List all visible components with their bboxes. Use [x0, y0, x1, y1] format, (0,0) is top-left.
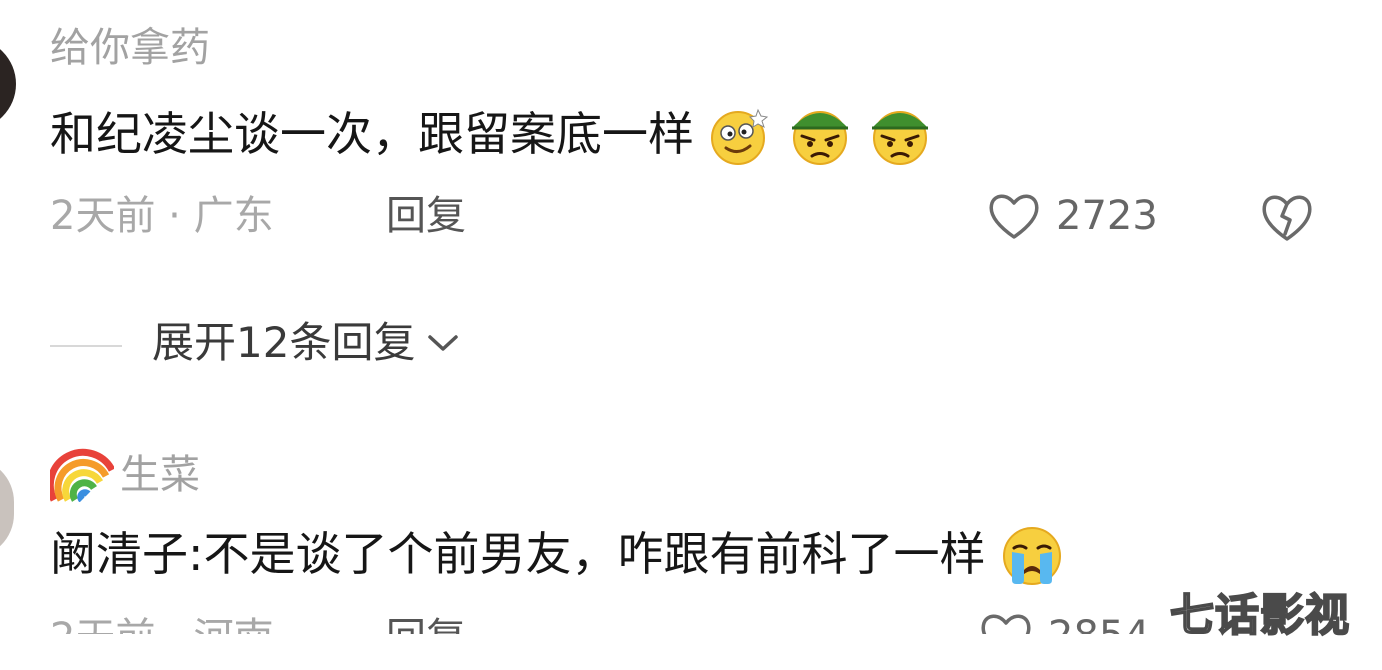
reply-button[interactable]: 回复: [386, 196, 466, 236]
username[interactable]: 给你拿药: [50, 28, 210, 68]
watermark: 七话影视: [1169, 590, 1350, 641]
like-button[interactable]: 2723: [986, 190, 1158, 242]
heart-icon: [989, 194, 1039, 239]
comment-text: 阚清子:不是谈了个前男友，咋跟有前科了一样: [50, 527, 986, 581]
chevron-down-icon: [428, 335, 459, 351]
soldier-angry-face-icon: [872, 111, 928, 165]
comment-text: 和纪凌尘谈一次，跟留案底一样: [50, 107, 694, 161]
comment-time-location: 2天前 · 广东: [50, 193, 274, 239]
comment-text-row: 阚清子:不是谈了个前男友，咋跟有前科了一样: [50, 520, 1066, 588]
like-count: 2723: [1056, 193, 1158, 239]
avatar[interactable]: [0, 38, 16, 130]
comment-list: 给你拿药 和纪凌尘谈一次，跟留案底一样 2天前 · 广东 回复 2723 展开1…: [0, 0, 1382, 670]
rainbow-icon: [50, 448, 114, 502]
expand-replies-button[interactable]: 展开12条回复: [152, 322, 461, 364]
expand-replies-label: 展开12条回复: [152, 318, 416, 367]
soldier-angry-face-icon: [792, 111, 848, 165]
comment-text-row: 和纪凌尘谈一次，跟留案底一样: [50, 100, 934, 168]
dislike-button[interactable]: [1258, 190, 1316, 248]
crying-face-icon: [1002, 527, 1061, 585]
username[interactable]: 生菜: [120, 455, 200, 495]
avatar[interactable]: [0, 458, 14, 558]
broken-heart-icon: [1262, 195, 1312, 241]
dizzy-face-icon: [711, 108, 769, 165]
divider: [50, 345, 122, 347]
